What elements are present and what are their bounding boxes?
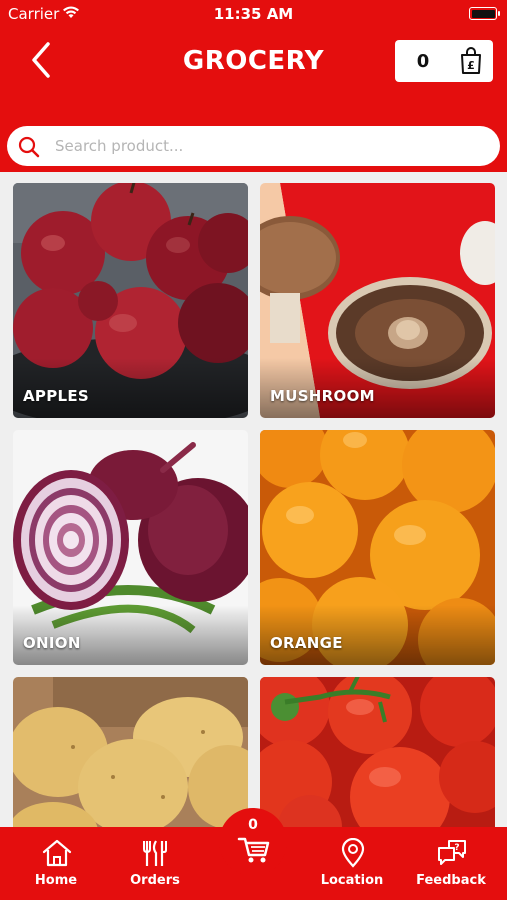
- cart-fab[interactable]: 0: [219, 808, 287, 876]
- status-bar: Carrier 11:35 AM: [0, 0, 507, 26]
- tab-orders[interactable]: Orders: [110, 827, 200, 900]
- fab-cart-count: 0: [248, 817, 258, 833]
- status-time: 11:35 AM: [213, 5, 294, 23]
- product-card-onion[interactable]: ONION: [13, 430, 248, 665]
- search-bar[interactable]: [7, 126, 500, 166]
- cart-icon: [237, 837, 270, 863]
- product-card-apples[interactable]: APPLES: [13, 183, 248, 418]
- product-label: ORANGE: [270, 634, 343, 652]
- product-label: ONION: [23, 634, 81, 652]
- product-card-orange[interactable]: ORANGE: [260, 430, 495, 665]
- potatoes-image: [13, 677, 248, 827]
- location-pin-icon: [341, 838, 365, 868]
- svg-text:?: ?: [454, 843, 459, 853]
- cart-count: 0: [416, 50, 430, 72]
- cart-button[interactable]: 0 £: [395, 40, 493, 82]
- search-input[interactable]: [55, 134, 485, 158]
- tab-home[interactable]: Home: [11, 827, 101, 900]
- svg-text:£: £: [467, 59, 475, 72]
- tab-feedback[interactable]: ? Feedback: [406, 827, 496, 900]
- tab-location-label: Location: [320, 873, 384, 888]
- tab-feedback-label: Feedback: [416, 873, 486, 888]
- header: GROCERY 0 £: [0, 26, 507, 172]
- tab-home-label: Home: [34, 873, 78, 888]
- search-icon: [18, 136, 40, 158]
- tab-location[interactable]: Location: [307, 827, 397, 900]
- home-icon: [42, 839, 72, 867]
- product-card-mushroom[interactable]: MUSHROOM: [260, 183, 495, 418]
- product-label: MUSHROOM: [270, 387, 375, 405]
- shopping-bag-icon: £: [461, 47, 481, 74]
- product-card-potatoes[interactable]: [13, 677, 248, 827]
- tab-orders-label: Orders: [130, 873, 180, 888]
- product-label: APPLES: [23, 387, 90, 405]
- feedback-icon: ?: [438, 840, 466, 865]
- product-grid: APPLES MUSHROOM ONION ORANGE: [13, 183, 495, 827]
- cutlery-icon: [143, 840, 167, 866]
- product-card-tomatoes[interactable]: [260, 677, 495, 827]
- battery-icon: [469, 7, 500, 20]
- tomatoes-image: [260, 677, 495, 827]
